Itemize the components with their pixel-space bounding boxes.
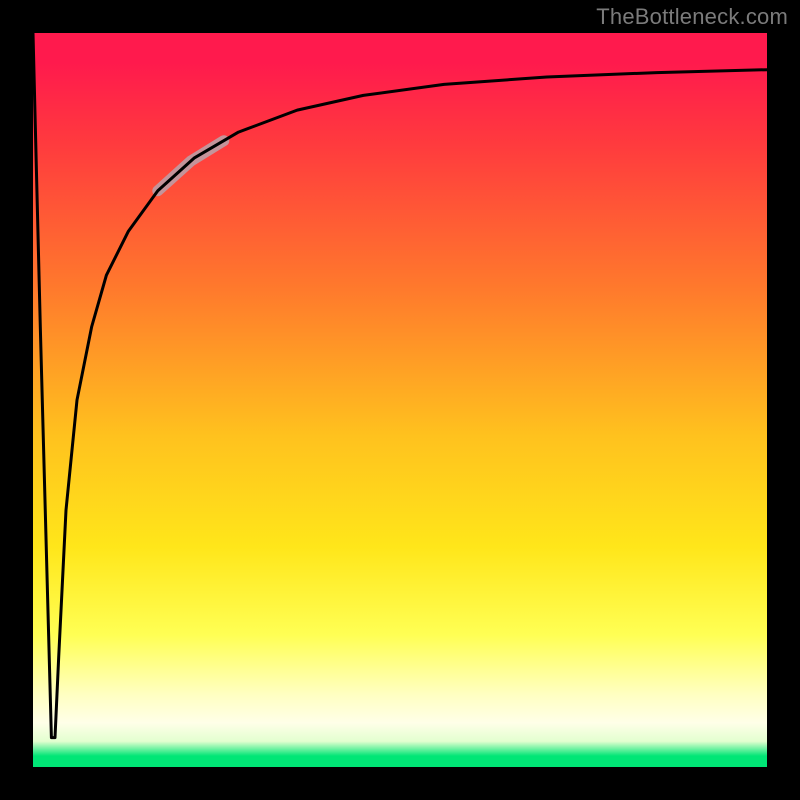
attribution-watermark: TheBottleneck.com [596,4,788,30]
plot-border-bottom [0,767,800,800]
plot-border-left [0,0,33,800]
chart-frame: TheBottleneck.com [0,0,800,800]
plot-border-right [767,0,800,800]
gradient-background [33,33,767,767]
